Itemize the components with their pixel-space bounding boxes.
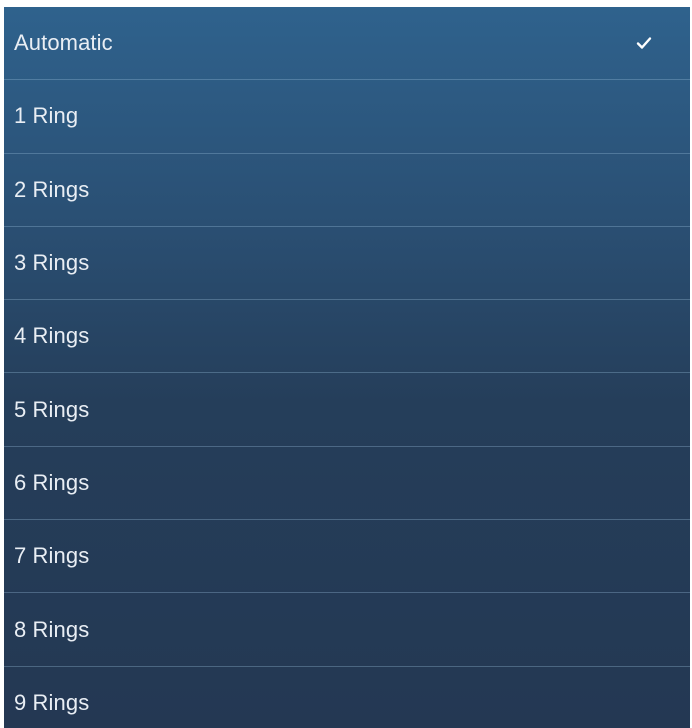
option-9-rings[interactable]: 9 Rings [4,667,690,728]
option-2-rings[interactable]: 2 Rings [4,154,690,227]
option-label: 2 Rings [14,176,90,202]
option-8-rings[interactable]: 8 Rings [4,593,690,667]
option-5-rings[interactable]: 5 Rings [4,373,690,447]
option-label: 1 Ring [14,103,79,129]
option-label: 9 Rings [14,690,90,716]
option-label: 4 Rings [14,323,90,349]
option-3-rings[interactable]: 3 Rings [4,227,690,301]
option-label: 6 Rings [14,469,90,495]
option-6-rings[interactable]: 6 Rings [4,447,690,521]
ring-count-menu: Automatic 1 Ring 2 Rings 3 Rings 4 Rings [4,7,690,728]
option-list: Automatic 1 Ring 2 Rings 3 Rings 4 Rings [4,7,690,728]
option-automatic[interactable]: Automatic [4,7,690,81]
option-4-rings[interactable]: 4 Rings [4,300,690,374]
option-label: Automatic [14,30,113,56]
option-label: 8 Rings [14,616,90,642]
option-1-ring[interactable]: 1 Ring [4,80,690,154]
option-label: 3 Rings [14,250,90,276]
option-label: 5 Rings [14,396,90,422]
checkmark-icon [636,37,652,49]
option-label: 7 Rings [14,543,90,569]
option-7-rings[interactable]: 7 Rings [4,520,690,594]
